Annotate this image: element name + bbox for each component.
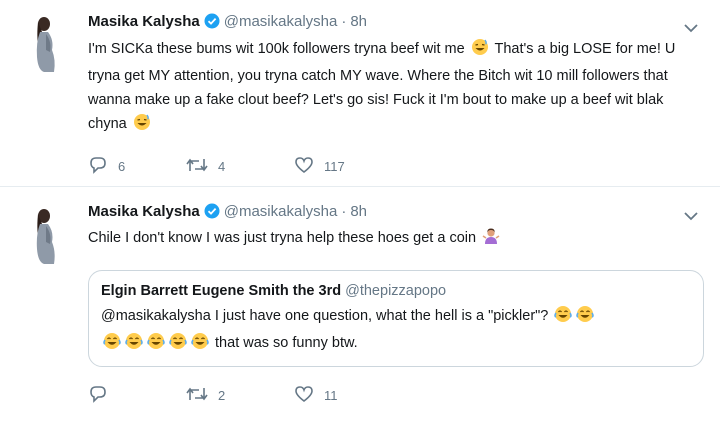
tweet-feed: Masika Kalysha @masikakalysha · 8h I'm SICK…	[0, 0, 720, 422]
verified-badge-icon	[204, 13, 220, 35]
retweet-icon	[186, 157, 218, 176]
chevron-down-icon[interactable]	[684, 20, 698, 33]
tears-of-joy-icon	[103, 332, 121, 358]
tweet-text: Chile I don't know I was just tryna help…	[88, 226, 698, 253]
tweet[interactable]: Masika Kalysha @masikakalysha · 8h Chile I …	[0, 188, 720, 422]
separator-dot: ·	[341, 13, 347, 30]
tears-of-joy-icon	[554, 305, 573, 331]
tweet[interactable]: Masika Kalysha @masikakalysha · 8h I'm SICK…	[0, 0, 720, 187]
display-name[interactable]: Masika Kalysha	[88, 203, 200, 220]
tweet-actions: 2 11	[88, 384, 394, 406]
tweet-text-part: I'm SICKa these bums wit 100k followers …	[88, 41, 465, 57]
timestamp[interactable]: 8h	[350, 203, 367, 220]
handle[interactable]: @masikakalysha	[224, 13, 338, 30]
like-button[interactable]: 117	[294, 156, 394, 177]
quoted-display-name: Elgin Barrett Eugene Smith the 3rd	[101, 283, 342, 299]
quoted-tweet-text: @masikakalysha I just have one question,…	[101, 304, 691, 358]
grinning-sweat-face-icon	[471, 38, 489, 64]
handle[interactable]: @masikakalysha	[224, 203, 338, 220]
tweet-header: Masika Kalysha @masikakalysha · 8h	[88, 202, 367, 222]
retweet-button[interactable]: 4	[186, 157, 294, 176]
tweet-header: Masika Kalysha @masikakalysha · 8h	[88, 12, 367, 32]
display-name[interactable]: Masika Kalysha	[88, 13, 200, 30]
retweet-count: 4	[218, 158, 226, 174]
tweet-actions: 6 4 117	[88, 155, 394, 177]
like-button[interactable]: 11	[294, 385, 394, 406]
heart-icon	[294, 385, 324, 406]
avatar[interactable]	[22, 204, 68, 266]
tweet-text-part: Chile I don't know I was just tryna help…	[88, 230, 477, 246]
tears-of-joy-icon	[576, 305, 595, 331]
quoted-handle: @thepizzapopo	[345, 283, 447, 299]
tears-of-joy-icon	[191, 332, 209, 358]
like-count: 11	[324, 387, 338, 403]
verified-badge-icon	[204, 203, 220, 225]
tears-of-joy-icon	[169, 332, 187, 358]
avatar[interactable]	[22, 12, 68, 74]
quoted-text-line: @masikakalysha I just have one question,…	[101, 308, 549, 324]
retweet-count: 2	[218, 387, 226, 403]
reply-icon	[88, 156, 118, 177]
timestamp[interactable]: 8h	[350, 13, 367, 30]
tears-of-joy-icon	[125, 332, 143, 358]
reply-button[interactable]: 6	[88, 156, 186, 177]
retweet-button[interactable]: 2	[186, 386, 294, 405]
person-shrugging-icon	[482, 227, 500, 253]
tweet-text: I'm SICKa these bums wit 100k followers …	[88, 37, 698, 139]
tears-of-joy-icon	[147, 332, 165, 358]
reply-icon	[88, 385, 118, 406]
heart-icon	[294, 156, 324, 177]
reply-count: 6	[118, 158, 126, 174]
like-count: 117	[324, 158, 345, 174]
chevron-down-icon[interactable]	[684, 208, 698, 221]
reply-button[interactable]	[88, 385, 186, 406]
quoted-tweet[interactable]: Elgin Barrett Eugene Smith the 3rd @thep…	[88, 270, 704, 367]
quoted-tweet-header: Elgin Barrett Eugene Smith the 3rd @thep…	[101, 281, 446, 301]
retweet-icon	[186, 386, 218, 405]
separator-dot: ·	[341, 203, 347, 220]
quoted-text-line: that was so funny btw.	[215, 335, 358, 351]
grinning-sweat-face-icon	[133, 113, 151, 139]
